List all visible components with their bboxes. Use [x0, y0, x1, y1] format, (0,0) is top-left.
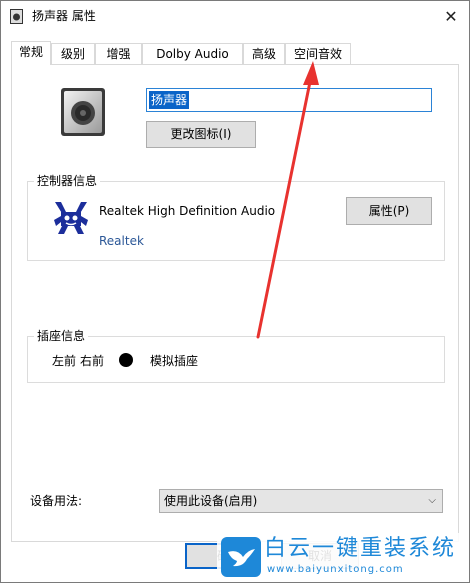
controller-vendor-link[interactable]: Realtek	[99, 233, 144, 249]
jack-info-title: 插座信息	[34, 328, 89, 344]
watermark: 白云一键重装系统 www.baiyunxitong.com	[217, 533, 467, 581]
tab-advanced[interactable]: 高级	[243, 43, 285, 65]
tab-spatial-sound[interactable]: 空间音效	[285, 43, 351, 65]
device-name-text: 扬声器	[149, 91, 190, 109]
watermark-brand-cn: 白云一键重装系统	[264, 536, 457, 561]
watermark-brand-en: www.baiyunxitong.com	[267, 564, 404, 575]
controller-properties-button[interactable]: 属性(P)	[346, 197, 432, 225]
device-usage-value: 使用此设备(启用)	[164, 494, 258, 508]
speaker-icon	[61, 88, 105, 136]
jack-type-label: 模拟插座	[150, 354, 199, 368]
realtek-logo-icon	[54, 202, 88, 234]
controller-name: Realtek High Definition Audio	[99, 204, 276, 218]
tab-enhancements[interactable]: 增强	[95, 43, 142, 65]
title-bar: 扬声器 属性 ✕	[1, 1, 469, 31]
properties-window: 扬声器 属性 ✕ 常规 级别 增强 Dolby Audio 高级 空间音效 扬声…	[0, 0, 470, 583]
jack-left-label: 左前	[52, 354, 77, 368]
chevron-down-icon: ⌵	[428, 495, 436, 506]
jack-info-group: 插座信息 左前 右前 模拟插座	[27, 328, 445, 383]
close-button[interactable]: ✕	[433, 1, 469, 31]
speaker-small-icon	[10, 9, 23, 24]
tab-levels[interactable]: 级别	[51, 43, 95, 65]
tab-dolby-audio[interactable]: Dolby Audio	[142, 43, 243, 65]
jack-color-dot	[119, 353, 133, 367]
window-title: 扬声器 属性	[32, 9, 96, 23]
jack-right-label: 右前	[80, 354, 105, 368]
controller-info-title: 控制器信息	[34, 173, 101, 189]
device-usage-label: 设备用法:	[30, 494, 83, 508]
general-panel: 扬声器 更改图标(I) 控制器信息 Realtek High Definitio…	[11, 64, 459, 542]
controller-info-group: 控制器信息 Realtek High Definition Audio Real…	[27, 173, 445, 261]
change-icon-button[interactable]: 更改图标(I)	[146, 121, 256, 148]
device-usage-select[interactable]: 使用此设备(启用) ⌵	[159, 489, 443, 513]
device-name-input[interactable]: 扬声器	[146, 88, 432, 112]
tab-general[interactable]: 常规	[11, 41, 51, 65]
bird-logo-icon	[221, 537, 261, 577]
